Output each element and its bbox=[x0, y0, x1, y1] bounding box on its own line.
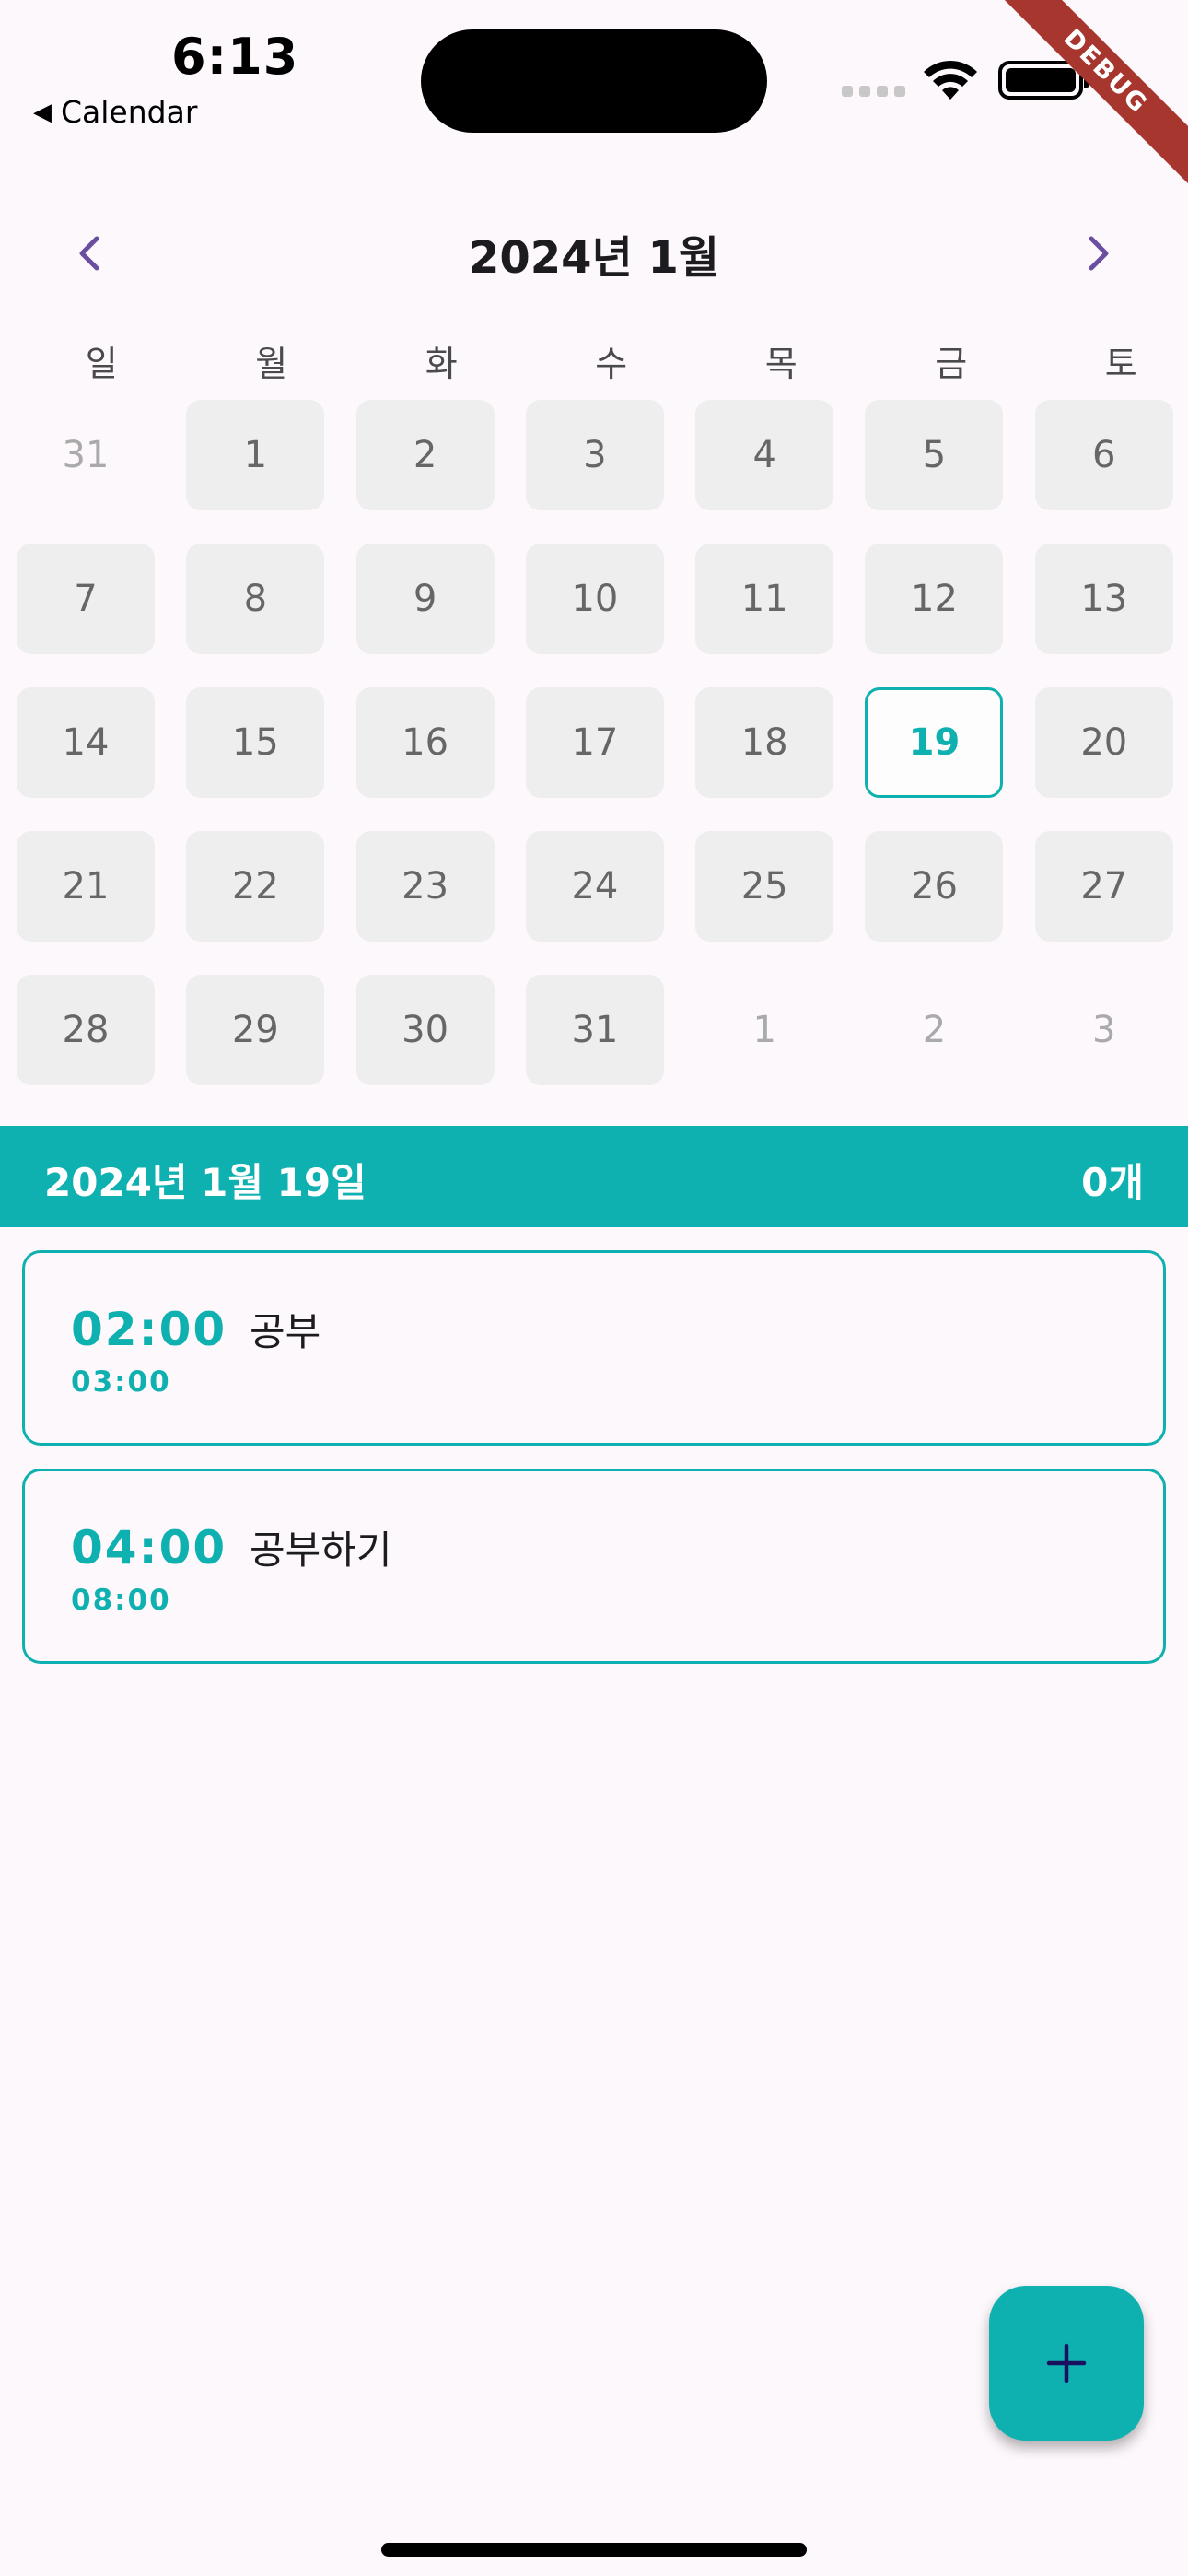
weekday-label: 금 bbox=[935, 344, 968, 384]
back-to-app-link[interactable]: ◀ Calendar bbox=[33, 94, 197, 130]
add-schedule-button[interactable] bbox=[989, 2286, 1144, 2441]
calendar-day[interactable]: 26 bbox=[865, 831, 1004, 942]
schedule-start-time: 02:00 bbox=[71, 1303, 227, 1356]
calendar-day[interactable]: 30 bbox=[355, 975, 495, 1085]
home-indicator bbox=[381, 2543, 807, 2557]
calendar-day[interactable]: 14 bbox=[17, 687, 155, 798]
calendar-day[interactable]: 9 bbox=[355, 544, 495, 654]
status-bar: 6:13 ◀ Calendar bbox=[0, 0, 1188, 147]
calendar-day[interactable]: 2 bbox=[865, 975, 1003, 1085]
selected-date-label: 2024년 1월 19일 bbox=[44, 1160, 367, 1205]
wifi-icon bbox=[924, 60, 977, 100]
calendar-day[interactable]: 5 bbox=[865, 400, 1004, 510]
schedule-end-time: 03:00 bbox=[71, 1365, 171, 1399]
calendar-day[interactable]: 12 bbox=[865, 544, 1004, 654]
calendar-day[interactable]: 24 bbox=[525, 831, 664, 942]
calendar-day[interactable]: 22 bbox=[186, 831, 325, 942]
next-month-button[interactable] bbox=[1057, 212, 1140, 295]
schedule-card[interactable]: 02:00 03:00 공부 bbox=[22, 1250, 1166, 1446]
calendar-header: 2024년 1월 bbox=[0, 212, 1188, 295]
schedule-count-label: 0개 bbox=[1081, 1160, 1144, 1205]
weekday-label: 수 bbox=[595, 344, 628, 384]
schedule-start-time: 04:00 bbox=[71, 1521, 227, 1575]
calendar-day[interactable]: 8 bbox=[186, 544, 325, 654]
back-triangle-icon: ◀ bbox=[33, 98, 52, 126]
calendar-day-selected[interactable]: 19 bbox=[865, 687, 1004, 798]
back-app-label: Calendar bbox=[61, 94, 198, 130]
schedule-title: 공부하기 bbox=[250, 1528, 392, 1573]
calendar-day[interactable]: 31 bbox=[17, 400, 155, 510]
calendar-day[interactable]: 4 bbox=[695, 400, 834, 510]
calendar-day[interactable]: 17 bbox=[525, 687, 664, 798]
calendar-day[interactable]: 7 bbox=[17, 544, 155, 654]
status-time: 6:13 bbox=[171, 28, 299, 86]
calendar-day[interactable]: 16 bbox=[355, 687, 495, 798]
calendar-day[interactable]: 13 bbox=[1034, 544, 1173, 654]
calendar-day[interactable]: 2 bbox=[355, 400, 495, 510]
calendar-day[interactable]: 25 bbox=[695, 831, 834, 942]
chevron-right-icon bbox=[1089, 236, 1109, 271]
calendar-day[interactable]: 15 bbox=[186, 687, 325, 798]
plus-icon bbox=[1046, 2343, 1087, 2383]
calendar-day[interactable]: 23 bbox=[355, 831, 495, 942]
schedule-end-time: 08:00 bbox=[71, 1584, 171, 1617]
schedule-title: 공부 bbox=[250, 1309, 321, 1354]
weekday-row: 일 월 화 수 목 금 토 bbox=[17, 335, 1171, 386]
calendar-day[interactable]: 28 bbox=[17, 975, 155, 1085]
calendar-day[interactable]: 6 bbox=[1034, 400, 1173, 510]
calendar-day[interactable]: 29 bbox=[186, 975, 325, 1085]
schedule-card[interactable]: 04:00 08:00 공부하기 bbox=[22, 1469, 1166, 1664]
calendar-day[interactable]: 11 bbox=[695, 544, 834, 654]
weekday-label: 월 bbox=[255, 344, 288, 384]
calendar-day[interactable]: 20 bbox=[1034, 687, 1173, 798]
calendar-day[interactable]: 3 bbox=[525, 400, 664, 510]
weekday-label: 일 bbox=[85, 344, 118, 384]
calendar-day[interactable]: 1 bbox=[186, 400, 325, 510]
calendar-day[interactable]: 31 bbox=[525, 975, 664, 1085]
calendar-day[interactable]: 18 bbox=[695, 687, 834, 798]
calendar-day[interactable]: 1 bbox=[695, 975, 833, 1085]
calendar-day[interactable]: 10 bbox=[525, 544, 664, 654]
calendar-grid: 31 1 2 3 4 5 6 7 8 9 10 11 12 13 14 15 16 17 18 19 20 21 22 23 2… bbox=[17, 400, 1173, 1085]
weekday-label: 토 bbox=[1104, 344, 1137, 384]
dynamic-island bbox=[421, 29, 767, 133]
calendar-day[interactable]: 27 bbox=[1034, 831, 1173, 942]
calendar-day[interactable]: 21 bbox=[17, 831, 155, 942]
weekday-label: 목 bbox=[764, 344, 798, 384]
calendar-day[interactable]: 3 bbox=[1035, 975, 1173, 1085]
weekday-label: 화 bbox=[425, 344, 458, 384]
cellular-signal-icon bbox=[842, 86, 905, 97]
month-title: 2024년 1월 bbox=[468, 232, 720, 284]
selected-date-banner: 2024년 1월 19일 0개 bbox=[0, 1126, 1188, 1227]
